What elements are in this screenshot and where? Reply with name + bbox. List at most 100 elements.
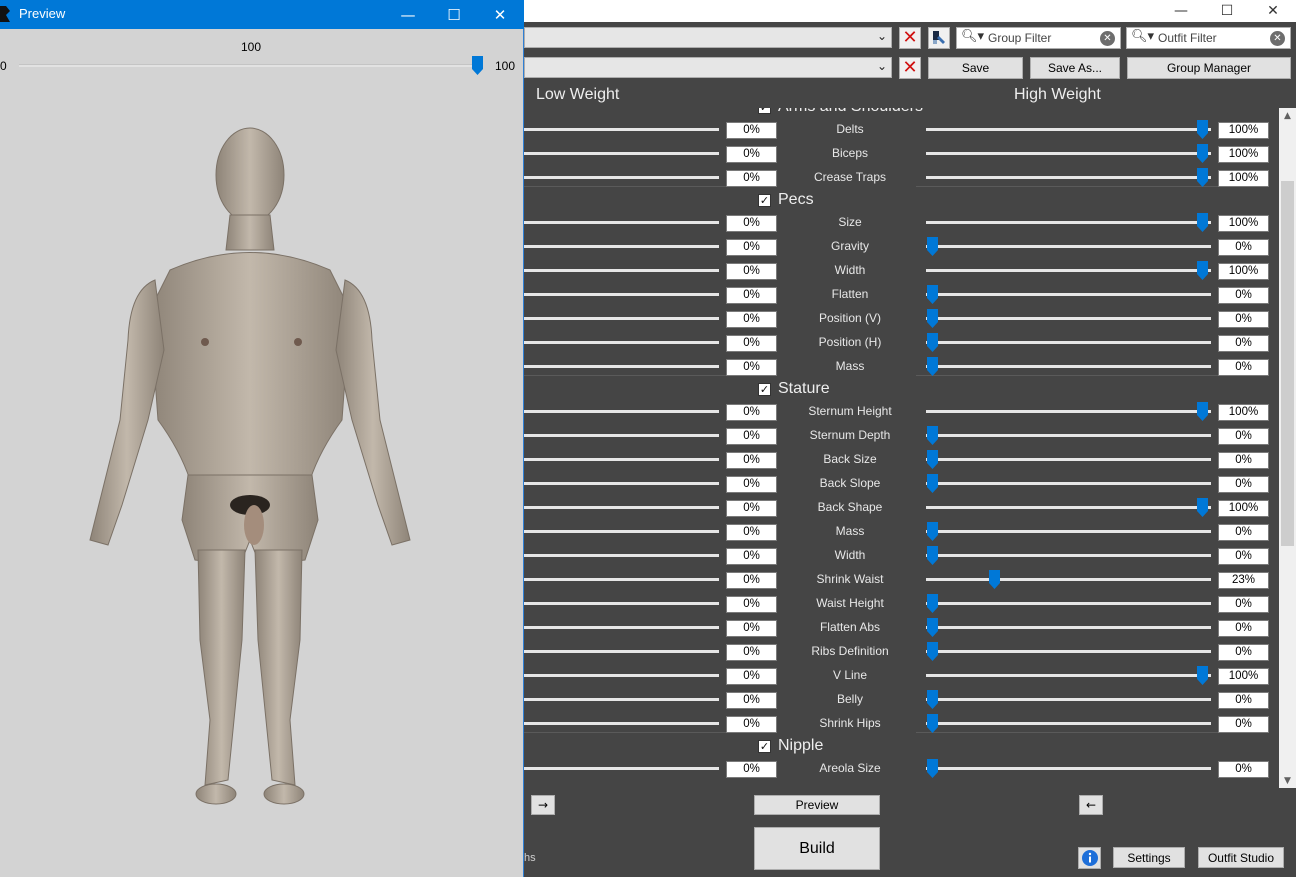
low-weight-slider-track[interactable]: [522, 554, 719, 557]
high-weight-slider-track[interactable]: [926, 578, 1211, 581]
low-weight-value-field[interactable]: 0%: [726, 170, 777, 187]
low-weight-value-field[interactable]: 0%: [726, 452, 777, 469]
low-weight-slider-track[interactable]: [522, 767, 719, 770]
low-weight-slider-track[interactable]: [522, 722, 719, 725]
low-weight-slider-track[interactable]: [522, 698, 719, 701]
high-weight-slider-track[interactable]: [926, 293, 1211, 296]
high-weight-slider-track[interactable]: [926, 341, 1211, 344]
high-weight-value-field[interactable]: 0%: [1218, 359, 1269, 376]
low-weight-value-field[interactable]: 0%: [726, 122, 777, 139]
high-weight-slider-track[interactable]: [926, 317, 1211, 320]
low-weight-value-field[interactable]: 0%: [726, 692, 777, 709]
low-weight-value-field[interactable]: 0%: [726, 668, 777, 685]
low-weight-value-field[interactable]: 0%: [726, 287, 777, 304]
high-weight-slider-thumb[interactable]: [1197, 120, 1208, 139]
high-weight-value-field[interactable]: 0%: [1218, 644, 1269, 661]
high-weight-slider-thumb[interactable]: [927, 522, 938, 541]
high-weight-value-field[interactable]: 100%: [1218, 122, 1269, 139]
low-weight-value-field[interactable]: 0%: [726, 146, 777, 163]
minimize-button[interactable]: —: [1158, 0, 1204, 22]
low-weight-value-field[interactable]: 0%: [726, 239, 777, 256]
preset-dropdown[interactable]: ⌄: [524, 57, 892, 78]
preview-close-button[interactable]: ✕: [477, 0, 523, 29]
high-weight-slider-track[interactable]: [926, 554, 1211, 557]
weight-slider-thumb[interactable]: [472, 56, 483, 75]
low-weight-slider-track[interactable]: [522, 506, 719, 509]
low-weight-value-field[interactable]: 0%: [726, 548, 777, 565]
high-weight-slider-thumb[interactable]: [1197, 168, 1208, 187]
save-as-button[interactable]: Save As...: [1030, 57, 1120, 79]
low-weight-value-field[interactable]: 0%: [726, 359, 777, 376]
high-weight-slider-track[interactable]: [926, 530, 1211, 533]
high-weight-slider-track[interactable]: [926, 506, 1211, 509]
high-weight-slider-thumb[interactable]: [927, 642, 938, 661]
clear-outfit-filter-icon[interactable]: ✕: [1270, 31, 1285, 46]
low-weight-slider-track[interactable]: [522, 578, 719, 581]
brush-button[interactable]: [928, 27, 950, 49]
high-weight-value-field[interactable]: 0%: [1218, 287, 1269, 304]
high-weight-slider-track[interactable]: [926, 650, 1211, 653]
high-weight-value-field[interactable]: 0%: [1218, 311, 1269, 328]
clear-group-filter-icon[interactable]: ✕: [1100, 31, 1115, 46]
weight-slider-track[interactable]: [19, 64, 483, 67]
high-weight-slider-track[interactable]: [926, 269, 1211, 272]
low-weight-value-field[interactable]: 0%: [726, 572, 777, 589]
low-weight-slider-track[interactable]: [522, 128, 719, 131]
preview-button[interactable]: Preview: [754, 795, 880, 815]
low-weight-slider-track[interactable]: [522, 269, 719, 272]
high-weight-value-field[interactable]: 0%: [1218, 335, 1269, 352]
high-weight-slider-thumb[interactable]: [927, 618, 938, 637]
low-weight-slider-track[interactable]: [522, 317, 719, 320]
high-weight-slider-thumb[interactable]: [989, 570, 1000, 589]
low-weight-value-field[interactable]: 0%: [726, 263, 777, 280]
high-weight-value-field[interactable]: 100%: [1218, 170, 1269, 187]
group-checkbox[interactable]: ✓: [758, 383, 771, 396]
high-weight-value-field[interactable]: 0%: [1218, 716, 1269, 733]
high-weight-slider-track[interactable]: [926, 434, 1211, 437]
low-weight-slider-track[interactable]: [522, 221, 719, 224]
high-weight-slider-thumb[interactable]: [927, 237, 938, 256]
group-checkbox[interactable]: ✓: [758, 740, 771, 753]
high-weight-slider-track[interactable]: [926, 245, 1211, 248]
high-weight-slider-track[interactable]: [926, 152, 1211, 155]
body-preview-model[interactable]: [60, 120, 460, 820]
copy-right-arrow-button[interactable]: →: [531, 795, 555, 815]
high-weight-slider-track[interactable]: [926, 365, 1211, 368]
high-weight-slider-thumb[interactable]: [1197, 402, 1208, 421]
high-weight-slider-thumb[interactable]: [927, 309, 938, 328]
low-weight-value-field[interactable]: 0%: [726, 596, 777, 613]
low-weight-slider-track[interactable]: [522, 341, 719, 344]
high-weight-value-field[interactable]: 0%: [1218, 548, 1269, 565]
high-weight-value-field[interactable]: 0%: [1218, 524, 1269, 541]
high-weight-slider-track[interactable]: [926, 698, 1211, 701]
low-weight-slider-track[interactable]: [522, 365, 719, 368]
low-weight-slider-track[interactable]: [522, 458, 719, 461]
high-weight-slider-thumb[interactable]: [927, 285, 938, 304]
high-weight-slider-track[interactable]: [926, 221, 1211, 224]
outfit-filter-field[interactable]: 🔍︎▾ Outfit Filter ✕: [1126, 27, 1291, 49]
high-weight-slider-track[interactable]: [926, 482, 1211, 485]
copy-left-arrow-button[interactable]: ←: [1079, 795, 1103, 815]
close-button[interactable]: ✕: [1250, 0, 1296, 22]
save-button[interactable]: Save: [928, 57, 1023, 79]
group-checkbox[interactable]: ✓: [758, 108, 771, 114]
high-weight-slider-track[interactable]: [926, 602, 1211, 605]
low-weight-value-field[interactable]: 0%: [726, 500, 777, 517]
high-weight-value-field[interactable]: 100%: [1218, 215, 1269, 232]
low-weight-value-field[interactable]: 0%: [726, 620, 777, 637]
low-weight-value-field[interactable]: 0%: [726, 524, 777, 541]
high-weight-value-field[interactable]: 0%: [1218, 596, 1269, 613]
info-button[interactable]: [1078, 847, 1101, 869]
low-weight-value-field[interactable]: 0%: [726, 404, 777, 421]
high-weight-slider-thumb[interactable]: [927, 357, 938, 376]
low-weight-value-field[interactable]: 0%: [726, 215, 777, 232]
scroll-up-arrow-icon[interactable]: ▲: [1279, 108, 1296, 123]
low-weight-slider-track[interactable]: [522, 530, 719, 533]
low-weight-slider-track[interactable]: [522, 602, 719, 605]
high-weight-slider-thumb[interactable]: [927, 333, 938, 352]
low-weight-value-field[interactable]: 0%: [726, 428, 777, 445]
low-weight-slider-track[interactable]: [522, 482, 719, 485]
high-weight-slider-thumb[interactable]: [1197, 666, 1208, 685]
high-weight-slider-thumb[interactable]: [927, 450, 938, 469]
low-weight-slider-track[interactable]: [522, 293, 719, 296]
